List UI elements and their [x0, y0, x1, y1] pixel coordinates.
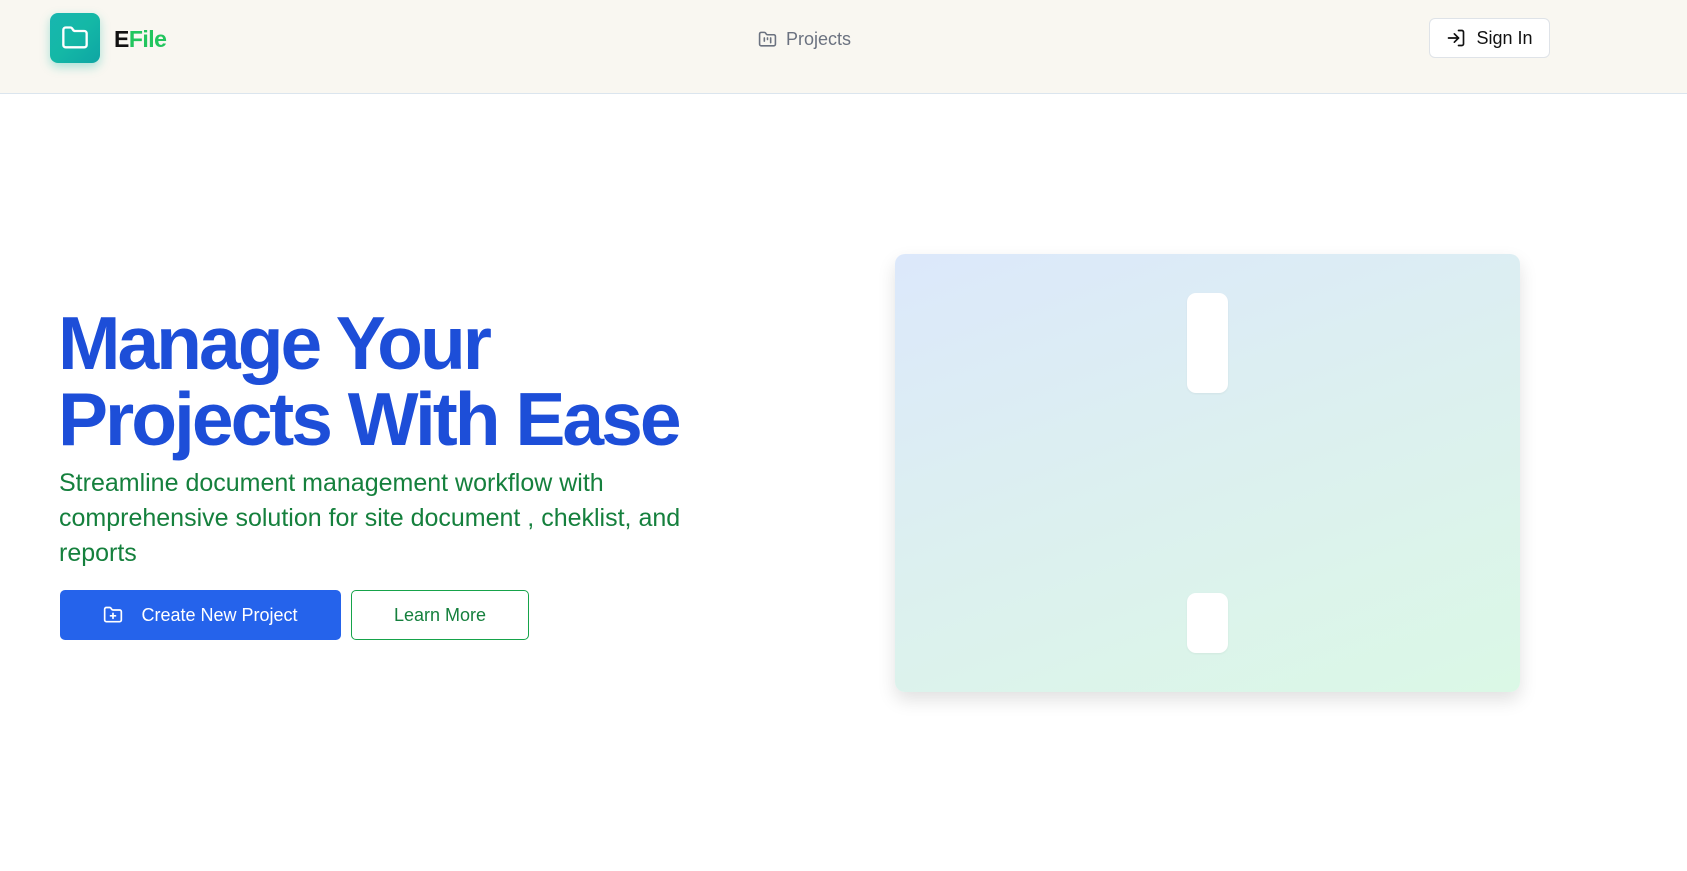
learn-more-button[interactable]: Learn More — [351, 590, 529, 640]
illustration-pill-top — [1187, 293, 1228, 393]
headline-line-1: Manage Your — [58, 301, 492, 385]
sign-in-button[interactable]: Sign In — [1429, 18, 1550, 58]
headline-line-2: Projects With Ease — [58, 377, 682, 461]
brand-rest: File — [128, 26, 167, 52]
hero-headline: Manage Your Projects With Ease — [58, 305, 778, 457]
folder-icon — [62, 26, 88, 49]
nav-projects-link[interactable]: Projects — [758, 26, 851, 52]
learn-more-label: Learn More — [393, 604, 487, 625]
logo[interactable] — [50, 13, 100, 63]
create-new-project-button[interactable]: Create New Project — [60, 590, 341, 640]
log-in-icon — [1448, 29, 1465, 47]
top-navbar: EFile Projects Sign In — [0, 0, 1687, 94]
nav-projects-label: Projects — [786, 28, 852, 49]
illustration-pill-bottom — [1187, 593, 1228, 653]
create-new-project-label: Create New Project — [141, 604, 298, 625]
brand-first: E — [114, 26, 129, 52]
folder-plus-icon — [104, 606, 123, 623]
hero-subtitle: Streamline document management workflow … — [59, 469, 681, 567]
brand-name[interactable]: EFile — [114, 25, 167, 53]
folder-kanban-icon — [758, 31, 777, 47]
sign-in-label: Sign In — [1476, 27, 1533, 48]
hero-illustration-card — [895, 254, 1520, 692]
